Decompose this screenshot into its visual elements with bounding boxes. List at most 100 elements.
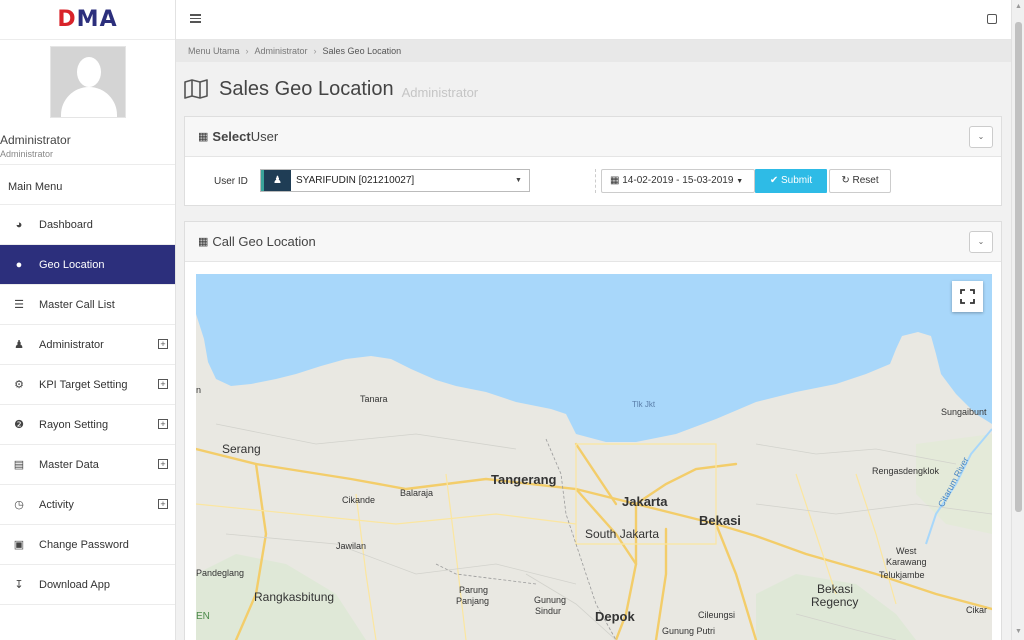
sidebar-item-change-password[interactable]: ▣ Change Password — [0, 525, 175, 565]
geo-location-panel: ▦ Call Geo Location ⌄ Tanara Tlk Jkt Sun… — [184, 221, 1002, 640]
map-label-tangerang: Tangerang — [491, 472, 557, 487]
user-select[interactable]: ♟ SYARIFUDIN [021210027] ▼ — [260, 169, 530, 192]
sidebar-item-master-call-list[interactable]: ☰ Master Call List — [0, 285, 175, 325]
sidebar-item-activity[interactable]: ◷ Activity + — [0, 485, 175, 525]
page-subtitle: Administrator — [401, 84, 479, 100]
map-label-serang: Serang — [222, 442, 261, 456]
date-range-value: 14-02-2019 - 15-03-2019 — [622, 175, 734, 186]
logo-letter: D — [57, 7, 77, 32]
breadcrumb-item-administrator[interactable]: Administrator — [255, 46, 308, 56]
user-card-icon: ▦ — [198, 131, 209, 143]
collapse-button[interactable]: ⌄ — [969, 231, 993, 253]
sidebar-item-label: Dashboard — [39, 218, 93, 231]
list-icon: ☰ — [14, 299, 24, 311]
expand-plus-icon[interactable]: + — [158, 379, 168, 389]
sidebar-item-master-data[interactable]: ▤ Master Data + — [0, 445, 175, 485]
profile-role: Administrator — [0, 149, 54, 159]
expand-plus-icon[interactable]: + — [158, 499, 168, 509]
sidebar-item-label: KPI Target Setting — [39, 378, 128, 391]
map-label-depok: Depok — [595, 609, 635, 624]
map-label-jakarta: Jakarta — [622, 494, 668, 509]
expand-plus-icon[interactable]: + — [158, 339, 168, 349]
map-label-west: West — [896, 546, 917, 556]
map-label-rangkasbitung: Rangkasbitung — [254, 590, 335, 604]
fullscreen-icon — [960, 289, 975, 304]
map-label-jawilan: Jawilan — [336, 541, 367, 551]
map-label-bekasi-regency-1: Bekasi — [817, 582, 854, 596]
logout-icon[interactable] — [987, 14, 997, 24]
map-label-bekasi-regency-2: Regency — [811, 595, 859, 609]
map-label-tanara: Tanara — [360, 394, 388, 404]
sidebar: DMA Administrator Administrator Main Men… — [0, 0, 176, 640]
breadcrumb-item-home[interactable]: Menu Utama — [188, 46, 240, 56]
sidebar-item-label: Master Data — [39, 458, 99, 471]
sidebar-item-dashboard[interactable]: ◕ Dashboard — [0, 205, 175, 245]
sidebar-item-label: Activity — [39, 498, 74, 511]
submit-button[interactable]: ✔ Submit — [755, 169, 827, 193]
scroll-down-icon[interactable]: ▼ — [1015, 628, 1022, 635]
map-label-sindur: Sindur — [535, 606, 562, 616]
sidebar-item-geo-location[interactable]: ● Geo Location — [0, 245, 175, 285]
map-marker-icon: ● — [15, 258, 23, 271]
chevron-down-icon: ⌄ — [977, 132, 985, 141]
page-title-text: Sales Geo Location — [219, 77, 394, 100]
geo-map[interactable]: Tanara Tlk Jkt Sungaibunt Serang Tangera… — [196, 274, 992, 640]
map-label-sungaibunt: Sungaibunt — [941, 407, 987, 417]
top-bar — [176, 0, 1011, 40]
sidebar-item-label: Change Password — [39, 538, 129, 551]
fullscreen-button[interactable] — [952, 281, 983, 312]
sidebar-item-kpi-target-setting[interactable]: ⚙ KPI Target Setting + — [0, 365, 175, 405]
panel-title-rest: User — [250, 129, 279, 144]
date-range-picker[interactable]: ▦ 14-02-2019 - 15-03-2019 ▼ — [601, 169, 755, 193]
map-label-panjang: Panjang — [456, 596, 490, 606]
map-label-rengasdengklok: Rengasdengklok — [872, 466, 940, 476]
user-icon: ♟ — [261, 170, 291, 191]
logo-letters: MA — [76, 7, 118, 32]
download-icon: ↧ — [14, 579, 24, 591]
map-label-bekasi: Bekasi — [699, 513, 741, 528]
map-label-gunung-putri: Gunung Putri — [662, 626, 716, 636]
map-label-balaraja: Balaraja — [400, 488, 434, 498]
caret-down-icon: ▼ — [736, 178, 744, 185]
sidebar-item-label: Download App — [39, 578, 110, 591]
select-user-header: ▦ Select User ⌄ — [185, 117, 1001, 157]
breadcrumb-separator: › — [245, 46, 249, 56]
map-label-gunung: Gunung — [534, 595, 567, 605]
expand-plus-icon[interactable]: + — [158, 459, 168, 469]
database-icon: ▤ — [13, 459, 25, 471]
reset-button[interactable]: ↻ Reset — [829, 169, 891, 193]
lock-icon: ▣ — [13, 539, 25, 551]
map-label-pandeglang: Pandeglang — [196, 568, 245, 578]
breadcrumb-separator: › — [313, 46, 317, 56]
sidebar-item-label: Geo Location — [39, 258, 105, 271]
map-label-cileungsi: Cileungsi — [698, 610, 736, 620]
collapse-button[interactable]: ⌄ — [969, 126, 993, 148]
brand-logo[interactable]: DMA — [0, 0, 175, 40]
sidebar-item-administrator[interactable]: ♟ Administrator + — [0, 325, 175, 365]
sidebar-item-rayon-setting[interactable]: ❷ Rayon Setting + — [0, 405, 175, 445]
page-title: Sales Geo Location Administrator — [184, 72, 478, 106]
geo-location-header: ▦ Call Geo Location ⌄ — [185, 222, 1001, 262]
map-canvas[interactable] — [196, 274, 992, 640]
caret-down-icon: ▼ — [515, 177, 522, 184]
map-label-cikar: Cikar — [966, 605, 988, 615]
cogs-icon: ⚙ — [14, 379, 24, 391]
page-scrollbar[interactable]: ▲ ▼ — [1011, 0, 1024, 640]
breadcrumb-item-current: Sales Geo Location — [322, 46, 402, 56]
expand-plus-icon[interactable]: + — [158, 419, 168, 429]
scroll-up-icon[interactable]: ▲ — [1015, 3, 1022, 10]
dashboard-icon: ◕ — [15, 218, 23, 231]
avatar — [50, 46, 126, 118]
clock-icon: ◷ — [14, 499, 24, 511]
submit-label: Submit — [781, 175, 813, 186]
sidebar-item-label: Rayon Setting — [39, 418, 109, 431]
menu-toggle-icon[interactable] — [190, 14, 201, 23]
divider — [595, 169, 596, 193]
scrollbar-thumb[interactable] — [1015, 22, 1022, 512]
map-label-tlk-jkt: Tlk Jkt — [632, 400, 656, 409]
sidebar-item-download-app[interactable]: ↧ Download App — [0, 565, 175, 605]
map-label-n: n — [196, 385, 202, 395]
user-icon: ♟ — [14, 339, 24, 351]
pin-icon: ❷ — [14, 419, 24, 431]
user-select-value: SYARIFUDIN [021210027] — [296, 175, 415, 186]
